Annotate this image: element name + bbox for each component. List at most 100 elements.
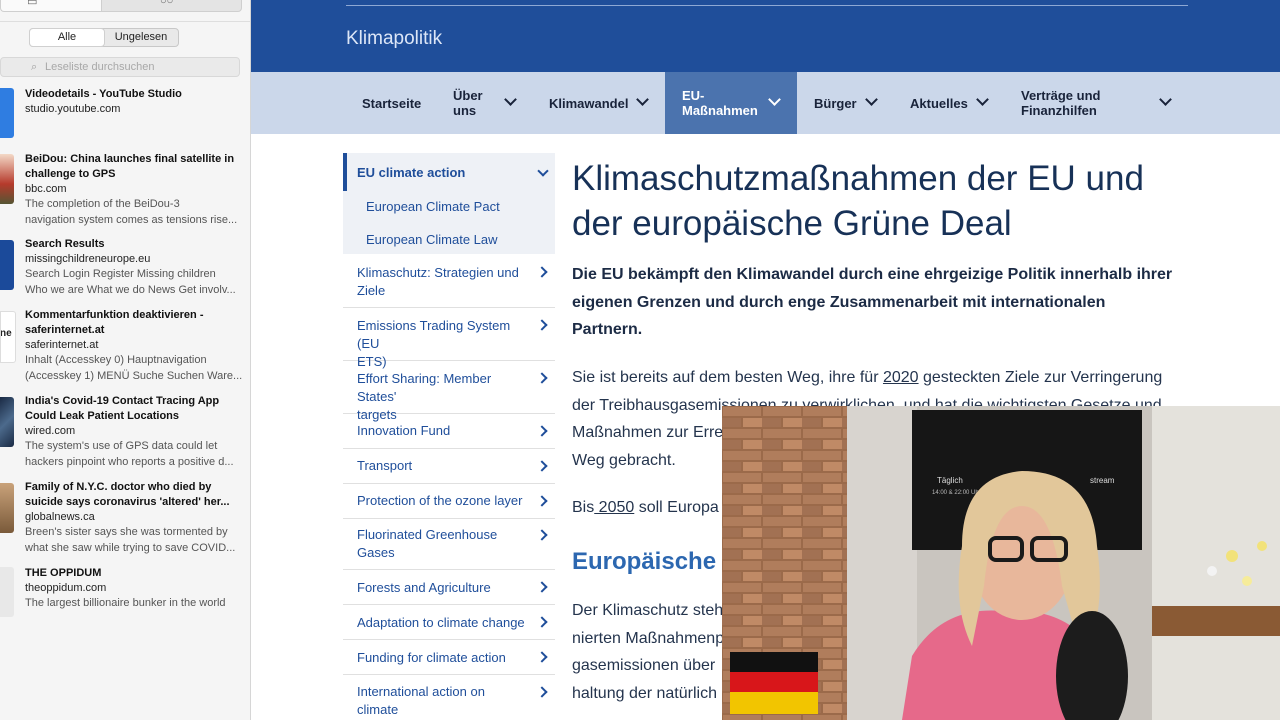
sidebar-toolbar: ▭ ○○ [0, 0, 250, 22]
text-span: haltung der natürlich [572, 684, 717, 702]
nav-uber-uns[interactable]: Über uns [453, 72, 523, 134]
text-span: Bis [572, 499, 595, 516]
side-menu-item[interactable]: Transport [343, 449, 555, 484]
main-navigation: Startseite Über uns Klimawandel EU- Maßnah… [251, 72, 1280, 134]
webcam-overlay: Täglich 14:00 & 22:00 Uhr stream [722, 406, 1280, 720]
item-title: India's Covid-19 Contact Tracing App Cou… [25, 395, 220, 422]
header-rule [346, 5, 1188, 6]
side-menu-climate-pact[interactable]: European Climate Pact [366, 199, 500, 214]
chevron-right-icon [536, 372, 548, 384]
reading-list-item[interactable]: ne Kommentarfunktion deaktivieren - safe… [0, 307, 250, 389]
nav-startseite[interactable]: Startseite [362, 72, 421, 134]
item-description: Breen's sister says she was tormented by… [25, 525, 243, 556]
item-domain: globalnews.ca [25, 511, 95, 523]
text-span: nierten Maßnahmenp [572, 629, 725, 647]
poster-text: Täglich [937, 476, 963, 485]
page-title: Klimaschutzmaßnahmen der EU und der euro… [572, 156, 1212, 246]
chevron-right-icon [536, 425, 548, 437]
bookmarks-tab[interactable]: ▭ [0, 0, 101, 12]
active-indicator [343, 153, 347, 191]
side-menu-active-section: EU climate action European Climate Pact … [343, 153, 555, 254]
reading-list-item[interactable]: India's Covid-19 Contact Tracing App Cou… [0, 393, 250, 475]
label-line: uns [453, 103, 477, 118]
webcam-scene: Täglich 14:00 & 22:00 Uhr stream [722, 406, 1280, 720]
reading-list-search[interactable]: ⌕ Leseliste durchsuchen [0, 57, 240, 77]
nav-aktuelles[interactable]: Aktuelles [910, 72, 992, 134]
text-span: gesteckten Ziele zur Verringerung [918, 369, 1163, 386]
nav-label: EU- Maßnahmen [682, 88, 758, 118]
reading-list-item[interactable]: Family of N.Y.C. doctor who died by suic… [0, 479, 250, 561]
nav-buerger[interactable]: Bürger [814, 72, 884, 134]
side-menu-label: Adaptation to climate change [357, 615, 525, 630]
thumbnail [0, 88, 14, 138]
label-line: International action on climate [357, 684, 485, 717]
title-line: der europäische Grüne Deal [572, 204, 1012, 243]
side-menu-item[interactable]: Protection of the ozone layer [343, 484, 555, 519]
filter-all[interactable]: Alle [30, 29, 104, 46]
chevron-down-icon [768, 93, 781, 106]
item-domain: saferinternet.at [25, 339, 99, 351]
thumbnail [0, 397, 14, 447]
label-line: Effort Sharing: Member States' [357, 371, 492, 404]
item-description: The completion of the BeiDou-3 navigatio… [25, 197, 243, 228]
side-menu-item[interactable]: Fluorinated Greenhouse Gases [343, 519, 555, 570]
nav-label: Bürger [814, 95, 857, 111]
item-description: Inhalt (Accesskey 0) Hauptnavigation (Ac… [25, 353, 243, 384]
site-name[interactable]: Klimapolitik [346, 28, 442, 50]
side-menu-item[interactable]: Klimaschutz: Strategien und Ziele [343, 255, 555, 308]
side-menu-label: Innovation Fund [357, 423, 451, 438]
side-menu-label: Protection of the ozone layer [357, 493, 523, 508]
item-domain: missingchildreneurope.eu [25, 253, 151, 265]
chevron-right-icon [536, 651, 548, 663]
reading-list-item[interactable]: BeiDou: China launches final satellite i… [0, 150, 250, 232]
side-menu-climate-law[interactable]: European Climate Law [366, 232, 498, 247]
item-description: The system's use of GPS data could let h… [25, 439, 243, 470]
description-line: The completion of the BeiDou-3 [25, 198, 180, 210]
label-line: Finanzhilfen [1021, 103, 1097, 118]
chevron-down-icon[interactable] [537, 165, 549, 177]
chevron-right-icon [536, 529, 548, 541]
reading-list-item[interactable]: Search Results missingchildreneurope.eu … [0, 236, 250, 302]
description-line: navigation system comes as tensions rise… [25, 213, 238, 226]
label-line: Ziele [357, 283, 386, 298]
text-span: Der Klimaschutz steh [572, 602, 724, 619]
side-menu-item[interactable]: Innovation Fund [343, 414, 555, 449]
description-line: The system's use of GPS data could let [25, 440, 218, 452]
chevron-right-icon [536, 581, 548, 593]
nav-vertraege[interactable]: Verträge und Finanzhilfen [1021, 72, 1172, 134]
chevron-right-icon [536, 460, 548, 472]
reading-list-item[interactable]: THE OPPIDUM theoppidum.com The largest b… [0, 565, 250, 621]
item-title: Videodetails - YouTube Studio [25, 88, 182, 100]
label-line: Verträge und [1021, 88, 1101, 103]
thumbnail: ne [0, 311, 16, 363]
reading-list-tab[interactable]: ○○ [101, 0, 242, 12]
item-domain: studio.youtube.com [25, 103, 121, 115]
nav-label: Klimawandel [549, 95, 629, 111]
side-menu-item[interactable]: Effort Sharing: Member States' targets [343, 361, 555, 422]
side-menu-label: International action on climatechange [357, 683, 527, 720]
side-menu-item[interactable]: Adaptation to climate change [343, 605, 555, 640]
title-line: Klimaschutzmaßnahmen der EU und [572, 159, 1144, 198]
side-menu-label: Klimaschutz: Strategien und Ziele [357, 264, 527, 300]
side-menu-item[interactable]: International action on climatechange [343, 675, 555, 720]
side-menu-item[interactable]: Funding for climate action [343, 640, 555, 675]
side-menu-item[interactable]: Emissions Trading System (EU ETS) [343, 308, 555, 369]
description-line: hackers pinpoint who reports a positive … [25, 455, 234, 468]
link-2020[interactable]: 2020 [883, 369, 919, 386]
side-menu-label: Fluorinated Greenhouse Gases [357, 527, 498, 560]
poster-text-right: stream [1090, 476, 1115, 485]
filter-unread[interactable]: Ungelesen [104, 29, 178, 46]
side-menu-item[interactable]: Forests and Agriculture [343, 570, 555, 605]
link-2050[interactable]: 2050 [594, 499, 635, 516]
reading-list-item[interactable]: Videodetails - YouTube Studio studio.you… [0, 86, 250, 138]
chevron-right-icon [536, 266, 548, 278]
item-title: THE OPPIDUM [25, 567, 102, 579]
chevron-right-icon [536, 319, 548, 331]
side-menu-label: Forests and Agriculture [357, 580, 491, 595]
section-heading: Europäische [572, 548, 717, 575]
description-line: Who we are What we do News Get involv... [25, 283, 236, 296]
nav-eu-massnahmen[interactable]: EU- Maßnahmen [665, 72, 797, 134]
lead-line: eigenen Grenzen und durch enge Zusammena… [572, 293, 1106, 311]
nav-klimawandel[interactable]: Klimawandel [549, 72, 649, 134]
side-menu-eu-climate-action[interactable]: EU climate action [357, 165, 465, 180]
